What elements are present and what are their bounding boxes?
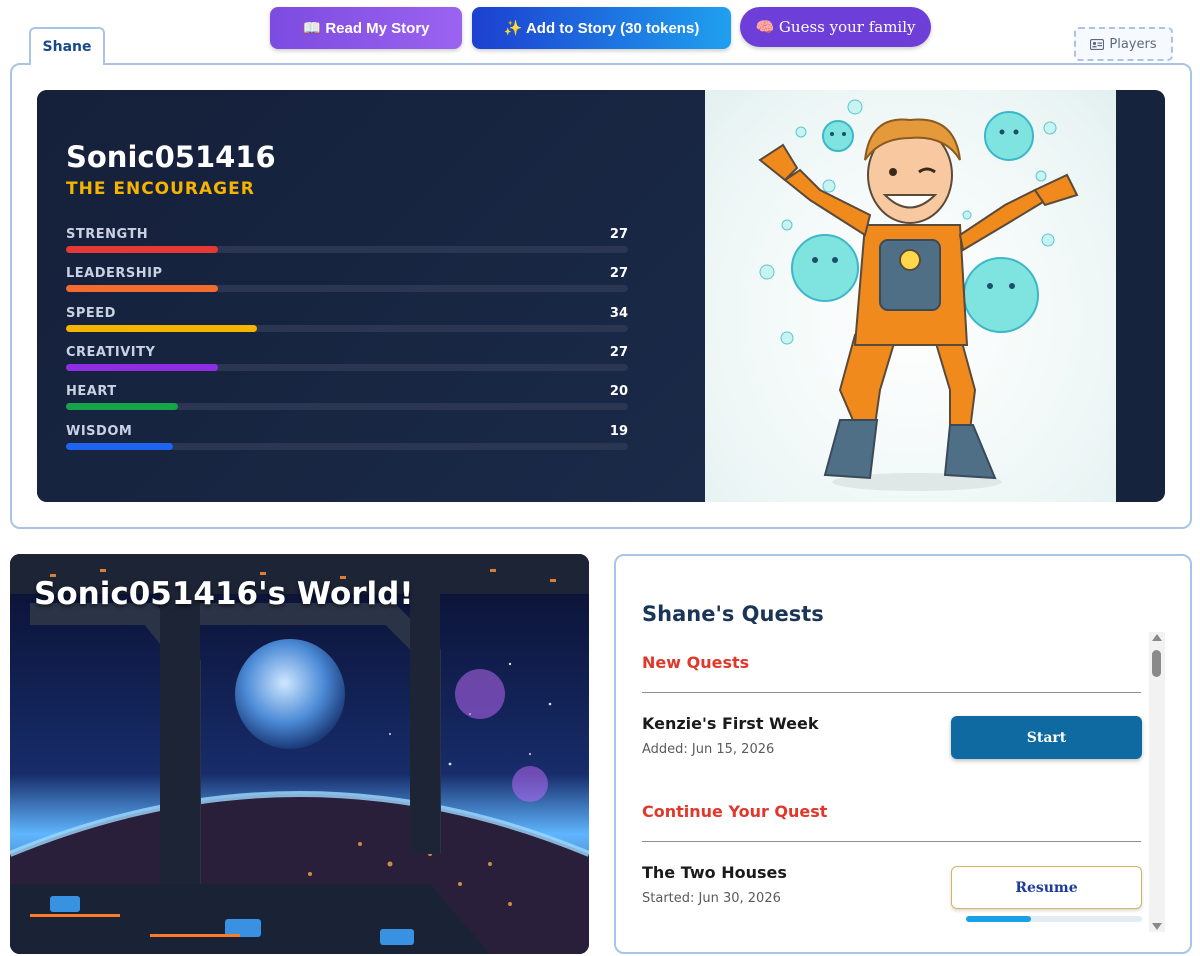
- read-my-story-button[interactable]: 📖 Read My Story: [270, 7, 462, 49]
- stat-label: WISDOM: [66, 424, 133, 439]
- stat-leadership: LEADERSHIP 27: [66, 266, 628, 296]
- stat-track: [66, 285, 628, 292]
- stat-heart: HEART 20: [66, 384, 628, 414]
- divider: [642, 692, 1141, 693]
- character-name: Sonic051416: [66, 140, 276, 174]
- world-title: Sonic051416's World!: [34, 576, 414, 612]
- players-button[interactable]: Players: [1074, 27, 1173, 61]
- stat-label: STRENGTH: [66, 227, 149, 242]
- divider: [642, 841, 1141, 842]
- stat-wisdom: WISDOM 19: [66, 424, 628, 454]
- character-art-svg: [758, 99, 1079, 491]
- quests-heading: Shane's Quests: [642, 602, 824, 626]
- stat-fill: [66, 325, 258, 332]
- stat-strength: STRENGTH 27: [66, 227, 628, 257]
- stats-area: Sonic051416 THE ENCOURAGER STRENGTH 27 L…: [37, 90, 705, 502]
- quest-progress-fill: [966, 916, 1032, 922]
- quests-scrollbar[interactable]: [1149, 632, 1165, 932]
- quests-panel: Shane's Quests New Quests Kenzie's First…: [614, 554, 1192, 954]
- quest-date: Added: Jun 15, 2026: [642, 742, 775, 757]
- quest-progress-bar: [966, 916, 1142, 922]
- stat-label: HEART: [66, 384, 117, 399]
- character-card: Sonic051416 THE ENCOURAGER STRENGTH 27 L…: [37, 90, 1165, 502]
- tab-shane[interactable]: Shane: [29, 27, 105, 65]
- stat-track: [66, 403, 628, 410]
- quest-title: The Two Houses: [642, 863, 787, 882]
- new-quests-heading: New Quests: [642, 653, 750, 672]
- resume-quest-button[interactable]: Resume: [951, 866, 1142, 909]
- stat-track: [66, 325, 628, 332]
- stat-label: SPEED: [66, 306, 116, 321]
- stat-value: 27: [609, 227, 628, 242]
- scroll-thumb[interactable]: [1152, 650, 1161, 677]
- tab-label: Shane: [42, 39, 92, 55]
- quest-date: Started: Jun 30, 2026: [642, 891, 781, 906]
- stat-value: 27: [609, 345, 628, 360]
- stat-track: [66, 443, 628, 450]
- scroll-down-arrow-icon[interactable]: [1152, 923, 1162, 930]
- stat-fill: [66, 364, 218, 371]
- stat-creativity: CREATIVITY 27: [66, 345, 628, 375]
- players-label: Players: [1109, 36, 1157, 52]
- world-panel[interactable]: Sonic051416's World!: [10, 554, 589, 954]
- guess-your-family-button[interactable]: 🧠 Guess your family: [740, 7, 931, 47]
- stat-track: [66, 246, 628, 253]
- stat-fill: [66, 246, 218, 253]
- quest-title: Kenzie's First Week: [642, 714, 819, 733]
- stat-track: [66, 364, 628, 371]
- character-title: THE ENCOURAGER: [66, 179, 255, 199]
- stat-value: 20: [609, 384, 628, 399]
- stat-speed: SPEED 34: [66, 306, 628, 336]
- stat-fill: [66, 403, 179, 410]
- page: 📖 Read My Story ✨ Add to Story (30 token…: [0, 0, 1200, 956]
- add-to-story-button[interactable]: ✨ Add to Story (30 tokens): [472, 7, 731, 49]
- stat-label: LEADERSHIP: [66, 266, 163, 281]
- stat-value: 27: [609, 266, 628, 281]
- start-quest-button[interactable]: Start: [951, 716, 1142, 759]
- scroll-up-arrow-icon[interactable]: [1152, 634, 1162, 641]
- stat-value: 19: [609, 424, 628, 439]
- id-card-icon: [1090, 38, 1105, 50]
- stat-value: 34: [609, 306, 628, 321]
- continue-quests-heading: Continue Your Quest: [642, 802, 828, 821]
- space-station-image: [10, 554, 589, 954]
- stat-fill: [66, 285, 218, 292]
- stat-fill: [66, 443, 173, 450]
- stat-label: CREATIVITY: [66, 345, 156, 360]
- character-illustration: [705, 90, 1116, 502]
